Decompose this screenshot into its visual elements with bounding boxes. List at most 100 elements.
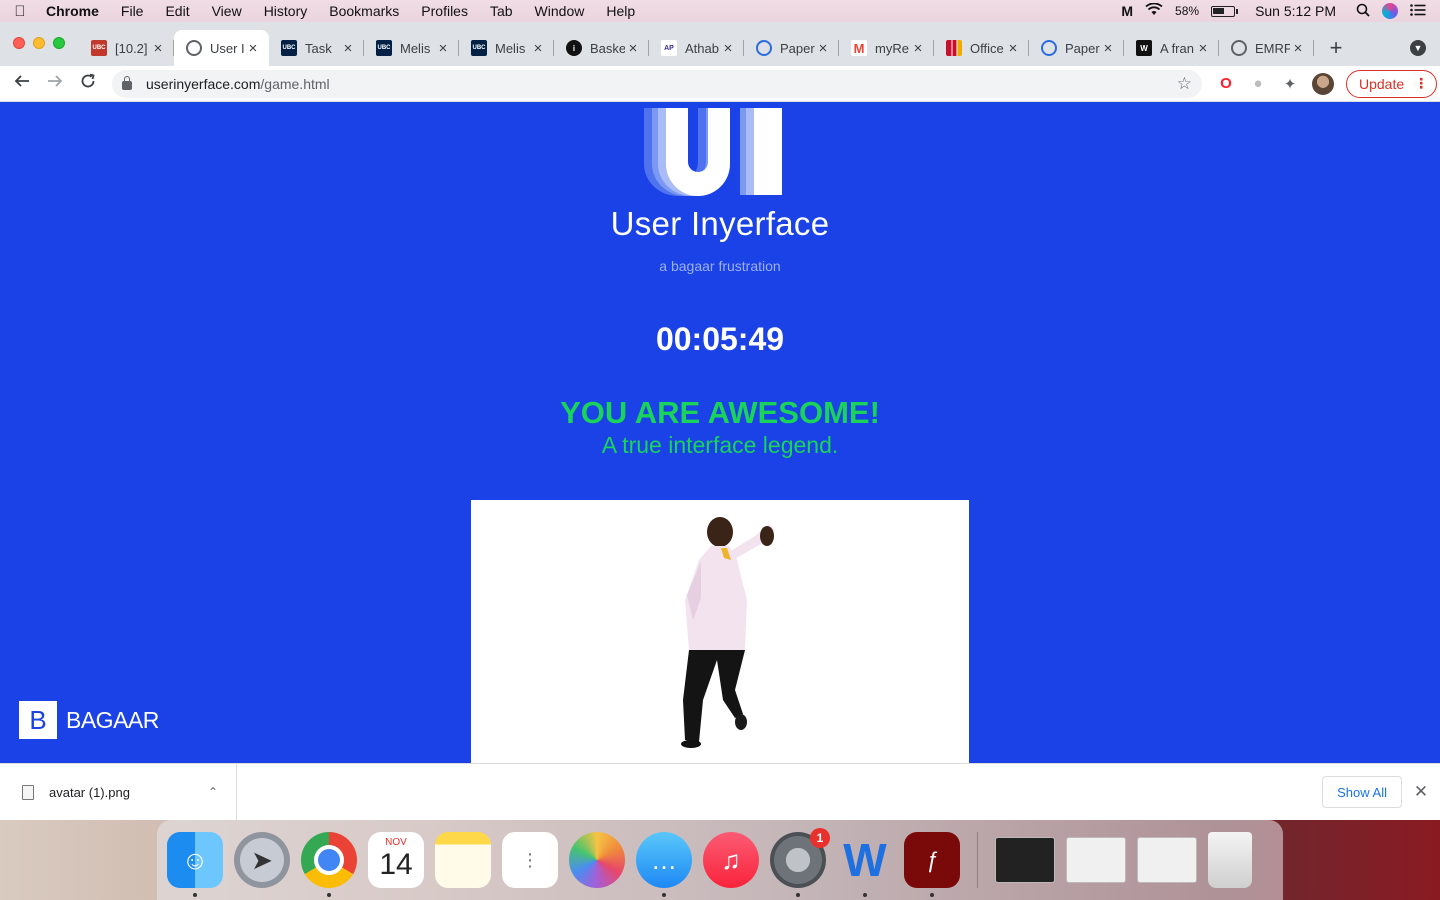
browser-tab[interactable]: UBC [10.2] ×	[79, 30, 174, 66]
tab-favicon-icon: UBC	[91, 40, 107, 56]
minimized-window-thumbnail[interactable]	[995, 837, 1055, 883]
calendar-icon[interactable]: NOV 14	[368, 832, 424, 888]
word-icon[interactable]: W	[837, 832, 893, 897]
browser-tab[interactable]: Paper ×	[1029, 30, 1124, 66]
system-preferences-icon[interactable]: 1	[770, 828, 830, 897]
browser-tab[interactable]: Office ×	[934, 30, 1029, 66]
notification-center-icon[interactable]	[1410, 3, 1426, 19]
fullscreen-window-button[interactable]	[53, 37, 65, 49]
close-tab-icon[interactable]: ×	[530, 40, 546, 57]
minimized-window-thumbnail[interactable]	[1066, 837, 1126, 883]
spotlight-search-icon[interactable]	[1356, 3, 1370, 20]
menu-file[interactable]: File	[110, 3, 155, 19]
trash-icon[interactable]	[1208, 832, 1252, 888]
tab-favicon-icon	[946, 40, 962, 56]
lock-icon[interactable]	[122, 76, 132, 90]
browser-tab[interactable]: i Basket×	[554, 30, 649, 66]
tab-title: Melis	[495, 40, 526, 56]
close-tab-icon[interactable]: ×	[625, 40, 641, 57]
menu-profiles[interactable]: Profiles	[410, 3, 479, 19]
tab-title: Paper	[1065, 40, 1100, 56]
menu-bookmarks[interactable]: Bookmarks	[318, 3, 410, 19]
bookmark-star-icon[interactable]: ☆	[1177, 74, 1192, 94]
close-window-button[interactable]	[13, 37, 25, 49]
download-file-name: avatar (1).png	[49, 784, 130, 800]
download-item[interactable]: avatar (1).png ⌃	[0, 764, 237, 820]
profile-avatar[interactable]	[1312, 72, 1334, 95]
close-downloads-bar-icon[interactable]: ✕	[1402, 782, 1440, 802]
browser-tab[interactable]: AP Athab ×	[649, 30, 744, 66]
menu-view[interactable]: View	[201, 3, 253, 19]
menu-edit[interactable]: Edit	[154, 3, 200, 19]
downloads-bar: avatar (1).png ⌃ Show All ✕	[0, 763, 1440, 820]
close-tab-icon[interactable]: ×	[1290, 40, 1306, 57]
launchpad-icon[interactable]: ➤	[234, 832, 290, 888]
close-tab-icon[interactable]: ×	[910, 40, 926, 57]
calendar-month: NOV	[385, 837, 407, 848]
photos-icon[interactable]	[569, 832, 625, 888]
close-tab-icon[interactable]: ×	[720, 40, 736, 57]
menu-help[interactable]: Help	[595, 3, 646, 19]
new-tab-button[interactable]: +	[1320, 30, 1352, 66]
close-tab-icon[interactable]: ×	[435, 40, 451, 57]
malwarebytes-icon[interactable]: M	[1121, 3, 1133, 19]
browser-tab[interactable]: MmyRe ×	[839, 30, 934, 66]
browser-tab[interactable]: W A fran ×	[1124, 30, 1219, 66]
menu-app-chrome[interactable]: Chrome	[40, 3, 110, 19]
update-button[interactable]: Update ⋮	[1346, 69, 1438, 98]
browser-tab-strip: UBC[10.2]×User Inyerface×UBCTask×UBCMeli…	[0, 22, 1440, 66]
menu-tab[interactable]: Tab	[479, 3, 524, 19]
wifi-icon[interactable]	[1145, 2, 1163, 19]
music-icon[interactable]: ♫	[703, 832, 759, 888]
close-tab-icon[interactable]: ×	[1195, 40, 1211, 57]
extension-gray-icon[interactable]: ●	[1242, 75, 1274, 92]
close-tab-icon[interactable]: ×	[340, 40, 356, 57]
forward-arrow-icon[interactable]	[38, 73, 71, 94]
celebration-dance-image	[471, 500, 969, 763]
siri-icon[interactable]	[1382, 3, 1398, 19]
minimize-window-button[interactable]	[33, 37, 45, 49]
reload-icon[interactable]	[71, 73, 104, 94]
close-tab-icon[interactable]: ×	[150, 40, 166, 57]
browser-tab[interactable]: User Inyerface×	[174, 30, 269, 66]
puzzle-extensions-icon[interactable]: ✦	[1274, 75, 1306, 93]
address-bar[interactable]: userinyerface.com/game.html ☆	[112, 69, 1202, 98]
menu-window[interactable]: Window	[524, 3, 596, 19]
tab-favicon-icon: UBC	[376, 40, 392, 56]
browser-tab[interactable]: EMRF ×	[1219, 30, 1314, 66]
browser-tab[interactable]: UBC Melis ×	[364, 30, 459, 66]
tab-title: Melis	[400, 40, 431, 56]
back-arrow-icon[interactable]	[5, 73, 38, 94]
show-all-downloads-button[interactable]: Show All	[1322, 776, 1402, 808]
chevron-up-icon[interactable]: ⌃	[208, 785, 218, 799]
notes-icon[interactable]	[435, 832, 491, 888]
browser-tab[interactable]: UBC Task ×	[269, 30, 364, 66]
battery-icon[interactable]	[1211, 5, 1239, 17]
finder-icon[interactable]: ☺	[167, 832, 223, 897]
apple-menu-icon[interactable]: 	[0, 3, 40, 20]
close-tab-icon[interactable]: ×	[245, 40, 261, 57]
close-tab-icon[interactable]: ×	[1100, 40, 1116, 57]
messages-icon[interactable]: …	[636, 832, 692, 897]
close-tab-icon[interactable]: ×	[815, 40, 831, 57]
bagaar-brand-logo[interactable]: B BAGAAR	[19, 701, 159, 739]
close-tab-icon[interactable]: ×	[1005, 40, 1021, 57]
bagaar-brand-name: BAGAAR	[66, 706, 159, 733]
tab-favicon-icon: UBC	[281, 40, 297, 56]
tab-title: Paper	[780, 40, 815, 56]
success-headline: YOU ARE AWESOME!	[560, 395, 880, 430]
site-title: User Inyerface	[610, 205, 830, 242]
chrome-icon[interactable]	[301, 832, 357, 897]
flash-player-icon[interactable]: ƒ	[904, 832, 960, 897]
menu-history[interactable]: History	[253, 3, 319, 19]
opera-extension-icon[interactable]: O	[1210, 75, 1242, 92]
reminders-icon[interactable]: ⋮	[502, 832, 558, 888]
dock-separator	[977, 832, 978, 888]
browser-tab[interactable]: UBC Melis ×	[459, 30, 554, 66]
user-inyerface-logo	[644, 108, 784, 196]
minimized-window-thumbnail[interactable]	[1137, 837, 1197, 883]
tab-favicon-icon: W	[1136, 40, 1152, 56]
browser-tab[interactable]: Paper ×	[744, 30, 839, 66]
tab-search-icon[interactable]: ▼	[1410, 40, 1426, 56]
menubar-clock[interactable]: Sun 5:12 PM	[1255, 3, 1336, 19]
